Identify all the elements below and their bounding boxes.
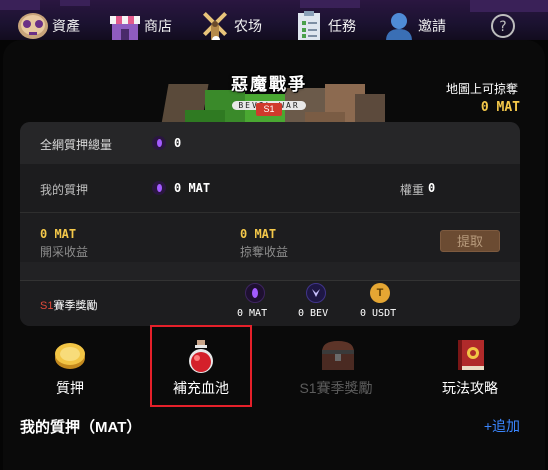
skull-icon — [16, 9, 50, 43]
nav-item-farm[interactable]: 农场 — [198, 8, 262, 44]
gold-coin-icon — [52, 338, 88, 372]
top-nav: 資產 商店 农场 任務 邀請 ? — [0, 8, 548, 44]
mining-earnings-label: 開采收益 — [40, 245, 89, 259]
mat-gem-icon — [152, 136, 166, 150]
nav-label: 任務 — [328, 18, 356, 34]
help-icon: ? — [486, 9, 520, 43]
plunder-earnings-label: 掠奪收益 — [240, 245, 289, 259]
claim-button[interactable]: 提取 — [440, 230, 500, 252]
season-reward-label: S1賽季獎勵 — [40, 297, 97, 313]
total-stake-value: 0 — [174, 136, 182, 150]
usdt-coin-icon: T — [370, 283, 390, 303]
reward-mat-value: 0 MAT — [237, 308, 268, 319]
season-tag: S1 — [256, 103, 282, 116]
mat-coin-icon — [245, 283, 265, 303]
season-reward-action-label: S1賽季獎勵 — [299, 380, 373, 396]
nav-label: 資產 — [52, 18, 80, 34]
stake-action[interactable]: 質押 — [20, 338, 120, 398]
season-reward-row: S1賽季獎勵 0 MAT 0 BEV T 0 USDT — [20, 280, 520, 326]
nav-item-invite[interactable]: 邀請 — [382, 8, 446, 44]
nav-label: 农场 — [234, 18, 262, 34]
season-reward-prefix: S1 — [40, 300, 54, 312]
my-stake-row: 我的質押 0 MAT 權重 0 — [20, 164, 520, 212]
highlight-box — [150, 325, 252, 407]
total-stake-row: 全網質押總量 0 — [20, 122, 520, 164]
stake-action-label: 質押 — [56, 380, 84, 396]
guide-action[interactable]: 玩法攻略 — [420, 338, 520, 398]
weight-label: 權重 — [400, 183, 425, 197]
checklist-icon — [292, 9, 326, 43]
plunder-earnings-value: 0 MAT — [240, 227, 277, 241]
total-stake-label: 全網質押總量 — [40, 138, 113, 152]
weight-value: 0 — [428, 181, 436, 195]
nav-label: 邀請 — [418, 18, 446, 34]
guide-book-icon — [452, 338, 488, 372]
bev-coin-icon — [306, 283, 326, 303]
season-reward-action[interactable]: S1賽季獎勵 — [286, 338, 386, 398]
map-title-main: 惡魔戰爭 — [231, 75, 307, 94]
season-reward-suffix: 賽季獎勵 — [53, 300, 98, 312]
nav-item-tasks[interactable]: 任務 — [292, 8, 356, 44]
nav-label: 商店 — [144, 18, 172, 34]
mat-gem-icon — [152, 181, 166, 195]
add-stake-link[interactable]: +追加 — [484, 416, 520, 436]
user-icon — [382, 9, 416, 43]
plunderable-label: 地圖上可掠奪 — [445, 82, 518, 96]
my-stake-value: 0 MAT — [174, 181, 211, 195]
mining-earnings-value: 0 MAT — [40, 227, 77, 241]
shop-icon — [108, 9, 142, 43]
guide-action-label: 玩法攻略 — [442, 380, 498, 396]
my-stake-label: 我的質押 — [40, 183, 89, 197]
nav-item-shop[interactable]: 商店 — [108, 8, 172, 44]
reward-bev-value: 0 BEV — [298, 308, 329, 319]
treasure-chest-icon — [318, 338, 354, 372]
svg-text:?: ? — [499, 19, 506, 35]
plunderable-value: 0 MAT — [480, 100, 520, 115]
map-title: 惡魔戰爭 BEVIL WAR — [226, 70, 312, 110]
reward-usdt-value: 0 USDT — [360, 308, 397, 319]
nav-item-assets[interactable]: 資產 — [16, 8, 80, 44]
my-stake-section-title: 我的質押（MAT） — [20, 419, 142, 436]
stats-card: 全網質押總量 0 我的質押 0 MAT 權重 0 0 MAT 開采收益 0 MA… — [20, 122, 520, 326]
help-button[interactable]: ? — [486, 8, 520, 44]
